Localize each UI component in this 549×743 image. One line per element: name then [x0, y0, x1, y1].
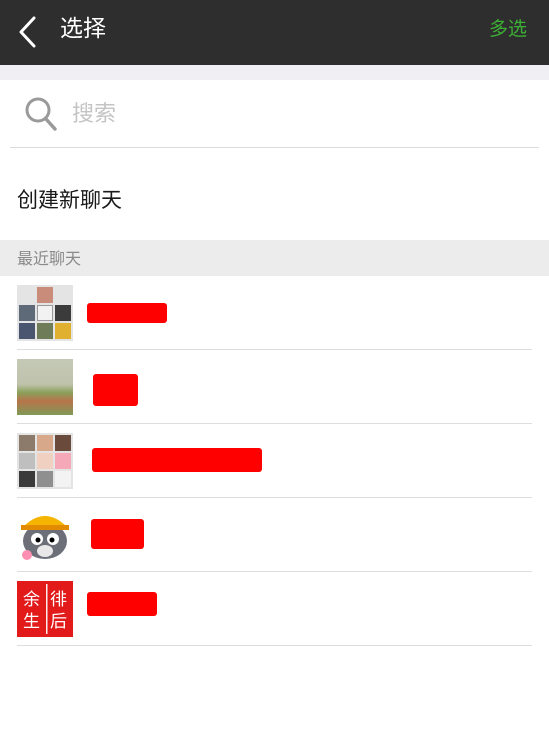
- contact-name-redacted: [92, 448, 262, 472]
- recent-chats-list: 余 生 徘 后: [0, 276, 549, 646]
- recent-chats-label: 最近聊天: [17, 249, 82, 268]
- red-seal-avatar: 余 生 徘 后: [17, 581, 73, 637]
- list-item[interactable]: [0, 350, 549, 424]
- seal-char: 后: [50, 612, 67, 632]
- back-button[interactable]: [14, 12, 44, 52]
- seal-char: 徘: [50, 590, 67, 610]
- contact-name-redacted: [91, 519, 144, 549]
- seal-char: 生: [23, 612, 40, 632]
- search-input[interactable]: 搜索: [72, 101, 116, 129]
- recent-chats-header: 最近聊天: [0, 240, 549, 276]
- landscape-avatar: [17, 359, 73, 415]
- page-title: 选择: [60, 16, 106, 42]
- cartoon-wolf-avatar: [17, 507, 73, 563]
- search-bar[interactable]: 搜索: [0, 80, 549, 148]
- seal-char: 余: [23, 590, 40, 610]
- create-new-chat-button[interactable]: 创建新聊天: [0, 148, 549, 240]
- contact-name-redacted: [87, 592, 157, 616]
- list-item[interactable]: [0, 276, 549, 350]
- list-item[interactable]: [0, 498, 549, 572]
- chevron-left-icon: [19, 16, 36, 48]
- row-divider: [17, 645, 532, 646]
- wolf-face-icon: [21, 516, 69, 560]
- create-new-chat-label: 创建新聊天: [17, 188, 122, 212]
- top-bar: 选择 多选: [0, 0, 549, 65]
- list-item[interactable]: 余 生 徘 后: [0, 572, 549, 646]
- group-avatar: [17, 285, 73, 341]
- multi-select-button[interactable]: 多选: [489, 16, 527, 42]
- search-icon: [25, 97, 57, 131]
- header-spacer: [0, 65, 549, 80]
- seal-icon: 余 生 徘 后: [23, 584, 67, 634]
- contact-name-redacted: [93, 374, 138, 406]
- group-avatar: [17, 433, 73, 489]
- contact-name-redacted: [87, 303, 167, 323]
- list-item[interactable]: [0, 424, 549, 498]
